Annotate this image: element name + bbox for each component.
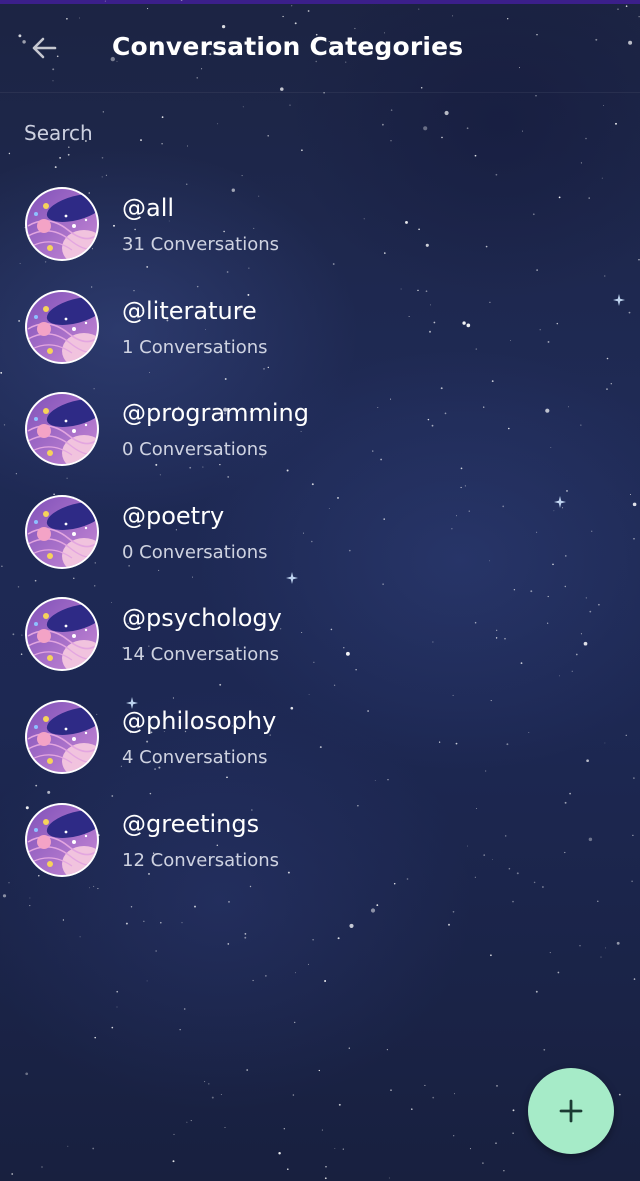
- category-avatar: [25, 802, 99, 877]
- category-name: @poetry: [122, 501, 225, 530]
- category-count: 14 Conversations: [122, 644, 280, 666]
- category-item-literature[interactable]: @literature 1 Conversations: [0, 285, 640, 388]
- category-avatar: [25, 392, 99, 467]
- category-count: 4 Conversations: [122, 746, 268, 768]
- category-list: @all 31 Conversations @literature 1 Conv…: [0, 182, 640, 900]
- category-item-greetings[interactable]: @greetings 12 Conversations: [0, 798, 640, 901]
- plus-icon: [559, 1099, 583, 1123]
- add-category-button[interactable]: [528, 1068, 614, 1154]
- category-count: 0 Conversations: [122, 439, 268, 461]
- category-name: @psychology: [122, 604, 282, 633]
- category-item-all[interactable]: @all 31 Conversations: [0, 182, 640, 285]
- category-count: 0 Conversations: [122, 541, 268, 563]
- category-count: 12 Conversations: [122, 849, 280, 871]
- category-count: 31 Conversations: [122, 234, 280, 255]
- category-avatar: [25, 494, 99, 569]
- category-item-poetry[interactable]: @poetry 0 Conversations: [0, 490, 640, 593]
- category-avatar: [25, 289, 99, 364]
- back-button[interactable]: [28, 32, 60, 64]
- search-input[interactable]: [24, 116, 614, 150]
- category-avatar: [25, 187, 99, 261]
- category-item-philosophy[interactable]: @philosophy 4 Conversations: [0, 695, 640, 798]
- page-title: Conversation Categories: [112, 32, 464, 61]
- category-name: @programming: [122, 399, 309, 428]
- category-name: @literature: [122, 296, 257, 325]
- app-header: Conversation Categories: [0, 4, 640, 93]
- category-avatar: [25, 699, 99, 774]
- category-avatar: [25, 597, 99, 672]
- category-name: @all: [122, 194, 175, 222]
- category-name: @philosophy: [122, 706, 277, 735]
- category-count: 1 Conversations: [122, 336, 268, 358]
- arrow-left-icon: [32, 37, 57, 59]
- category-item-psychology[interactable]: @psychology 14 Conversations: [0, 592, 640, 695]
- category-name: @greetings: [122, 809, 260, 838]
- category-item-programming[interactable]: @programming 0 Conversations: [0, 387, 640, 490]
